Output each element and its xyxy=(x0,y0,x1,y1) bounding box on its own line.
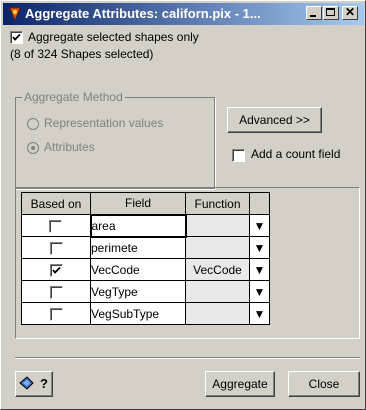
function-cell[interactable] xyxy=(185,214,250,237)
aggregate-button[interactable]: Aggregate xyxy=(205,371,275,397)
table-row: VecCode VecCode ▼ xyxy=(21,258,270,281)
function-dropdown[interactable]: ▼ xyxy=(249,236,270,259)
based-on-cell[interactable] xyxy=(21,302,91,325)
selection-info: (8 of 324 Shapes selected) xyxy=(10,47,154,61)
function-cell[interactable] xyxy=(185,236,250,259)
add-count-field-checkbox[interactable] xyxy=(232,149,245,162)
table-header-row: Based on Field Function xyxy=(21,192,270,215)
advanced-button[interactable]: Advanced >> xyxy=(227,107,322,133)
based-on-checkbox[interactable] xyxy=(49,285,63,299)
field-cell[interactable]: area xyxy=(89,213,187,238)
table-row: VegSubType ▼ xyxy=(21,302,270,325)
dropdown-arrow-icon: ▼ xyxy=(253,284,266,299)
window-title: Aggregate Attributes: californ.pix - 1..… xyxy=(25,6,261,21)
table-row: area ▼ xyxy=(21,213,270,238)
maximize-button[interactable] xyxy=(323,6,339,20)
based-on-cell[interactable] xyxy=(21,258,91,281)
app-icon xyxy=(9,7,21,22)
function-cell[interactable] xyxy=(185,280,250,303)
based-on-checkbox[interactable] xyxy=(49,241,63,255)
close-window-button[interactable]: ✕ xyxy=(342,5,358,20)
checkmark-icon xyxy=(51,266,61,274)
header-function: Function xyxy=(185,192,250,215)
help-pointer-icon xyxy=(19,376,34,390)
header-field: Field xyxy=(90,192,186,215)
title-bar[interactable]: Aggregate Attributes: californ.pix - 1..… xyxy=(3,3,364,25)
function-dropdown[interactable]: ▼ xyxy=(249,302,270,325)
minimize-button[interactable] xyxy=(306,6,322,20)
close-button[interactable]: Close xyxy=(288,371,360,397)
dropdown-arrow-icon: ▼ xyxy=(253,262,266,277)
dropdown-arrow-icon: ▼ xyxy=(253,240,266,255)
help-question-label: ? xyxy=(40,376,48,391)
table-row: perimete ▼ xyxy=(21,236,270,259)
function-cell[interactable] xyxy=(185,302,250,325)
representation-label: Representation values xyxy=(44,116,164,130)
function-dropdown[interactable]: ▼ xyxy=(249,258,270,281)
aggregate-selected-label: Aggregate selected shapes only xyxy=(28,30,199,44)
based-on-cell[interactable] xyxy=(21,214,91,237)
based-on-checkbox[interactable] xyxy=(49,307,63,321)
based-on-checkbox[interactable] xyxy=(49,263,63,277)
table-row: VegType ▼ xyxy=(21,280,270,303)
radio-selected-dot xyxy=(31,146,35,150)
function-dropdown[interactable]: ▼ xyxy=(249,280,270,303)
based-on-cell[interactable] xyxy=(21,280,91,303)
function-cell[interactable]: VecCode xyxy=(185,258,250,281)
aggregate-selected-checkbox[interactable] xyxy=(10,31,23,44)
function-dropdown[interactable]: ▼ xyxy=(249,214,270,237)
close-icon: ✕ xyxy=(345,5,356,19)
aggregate-attributes-dialog: Aggregate Attributes: californ.pix - 1..… xyxy=(0,0,366,410)
header-blank xyxy=(249,192,270,215)
field-table: Based on Field Function area ▼ perimete … xyxy=(21,192,270,325)
attributes-radio[interactable] xyxy=(27,142,39,154)
dropdown-arrow-icon: ▼ xyxy=(253,218,266,233)
checkmark-icon xyxy=(12,33,21,41)
field-cell[interactable]: VegType xyxy=(90,280,186,303)
minimize-icon xyxy=(310,15,316,17)
dropdown-arrow-icon: ▼ xyxy=(253,306,266,321)
field-cell[interactable]: VecCode xyxy=(90,258,186,281)
help-button[interactable]: ? xyxy=(15,371,53,397)
based-on-checkbox[interactable] xyxy=(49,219,63,233)
field-cell[interactable]: perimete xyxy=(90,236,186,259)
attributes-label: Attributes xyxy=(44,140,95,154)
add-count-field-label: Add a count field xyxy=(251,147,341,161)
footer-separator xyxy=(15,357,360,359)
representation-radio[interactable] xyxy=(27,118,39,130)
based-on-cell[interactable] xyxy=(21,236,91,259)
maximize-icon xyxy=(326,8,335,16)
aggregate-method-legend: Aggregate Method xyxy=(22,90,125,104)
field-cell[interactable]: VegSubType xyxy=(90,302,186,325)
header-based-on: Based on xyxy=(21,192,91,215)
